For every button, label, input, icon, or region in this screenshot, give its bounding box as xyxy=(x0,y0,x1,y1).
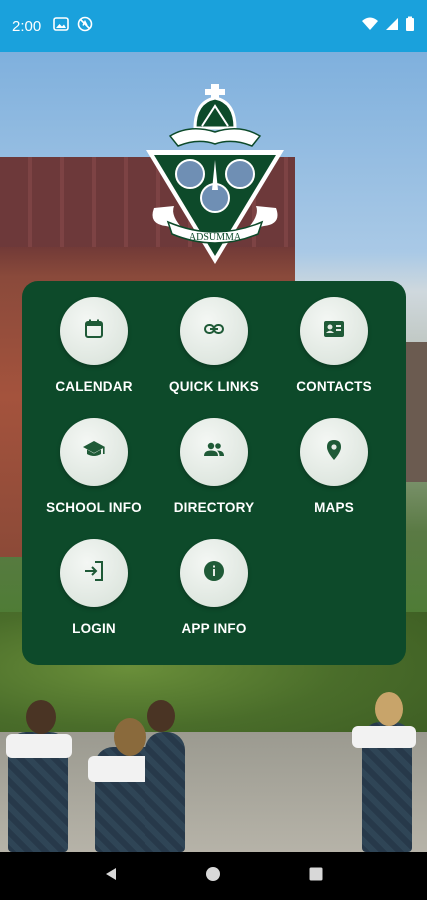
contacts-tile[interactable]: CONTACTS xyxy=(274,297,394,394)
student-collar xyxy=(6,734,72,758)
quick-links-tile[interactable]: QUICK LINKS xyxy=(154,297,274,394)
contacts-button[interactable] xyxy=(300,297,368,365)
back-button[interactable] xyxy=(91,856,131,896)
school-info-label: SCHOOL INFO xyxy=(46,500,142,515)
info-icon xyxy=(202,559,226,588)
directory-button[interactable] xyxy=(180,418,248,486)
map-pin-icon xyxy=(322,438,346,467)
student-collar xyxy=(352,726,416,748)
login-label: LOGIN xyxy=(72,621,116,636)
login-tile[interactable]: LOGIN xyxy=(34,539,154,636)
maps-tile[interactable]: MAPS xyxy=(274,418,394,515)
crest-motto: ADSUMMA xyxy=(189,232,242,243)
directory-tile[interactable]: DIRECTORY xyxy=(154,418,274,515)
student-head xyxy=(26,700,56,734)
app-info-tile[interactable]: APP INFO xyxy=(154,539,274,636)
recents-icon xyxy=(308,866,324,887)
image-icon xyxy=(53,16,70,36)
student-head xyxy=(375,692,403,726)
background-students xyxy=(0,672,427,852)
contact-card-icon xyxy=(322,317,346,346)
quick-links-button[interactable] xyxy=(180,297,248,365)
graduation-cap-icon xyxy=(82,438,106,467)
maps-label: MAPS xyxy=(314,500,354,515)
home-icon xyxy=(205,866,221,887)
school-crest-logo: ADSUMMA xyxy=(140,80,290,270)
app-info-label: APP INFO xyxy=(181,621,247,636)
back-icon xyxy=(103,866,119,887)
directory-label: DIRECTORY xyxy=(173,500,255,515)
login-icon xyxy=(82,559,106,588)
login-button[interactable] xyxy=(60,539,128,607)
contacts-label: CONTACTS xyxy=(296,379,372,394)
main-menu-card: CALENDAR QUICK LINKS CONTACTS SCHOOL INF… xyxy=(22,281,406,665)
wifi-icon xyxy=(361,16,379,36)
calendar-tile[interactable]: CALENDAR xyxy=(34,297,154,394)
status-bar: 2:00 xyxy=(0,0,427,52)
calendar-button[interactable] xyxy=(60,297,128,365)
school-info-tile[interactable]: SCHOOL INFO xyxy=(34,418,154,515)
student-head xyxy=(114,718,146,756)
school-info-button[interactable] xyxy=(60,418,128,486)
no-data-icon xyxy=(77,16,93,36)
calendar-icon xyxy=(82,317,106,346)
status-time: 2:00 xyxy=(12,17,42,35)
home-button[interactable] xyxy=(193,856,233,896)
student-figure xyxy=(145,732,185,852)
quick-links-label: QUICK LINKS xyxy=(169,379,259,394)
battery-icon xyxy=(405,16,415,36)
people-icon xyxy=(202,438,226,467)
menu-grid: CALENDAR QUICK LINKS CONTACTS SCHOOL INF… xyxy=(34,297,394,636)
link-icon xyxy=(202,317,226,346)
recents-button[interactable] xyxy=(296,856,336,896)
calendar-label: CALENDAR xyxy=(55,379,133,394)
maps-button[interactable] xyxy=(300,418,368,486)
system-nav-bar xyxy=(0,852,427,900)
app-info-button[interactable] xyxy=(180,539,248,607)
signal-icon xyxy=(385,16,399,36)
student-head xyxy=(147,700,175,732)
